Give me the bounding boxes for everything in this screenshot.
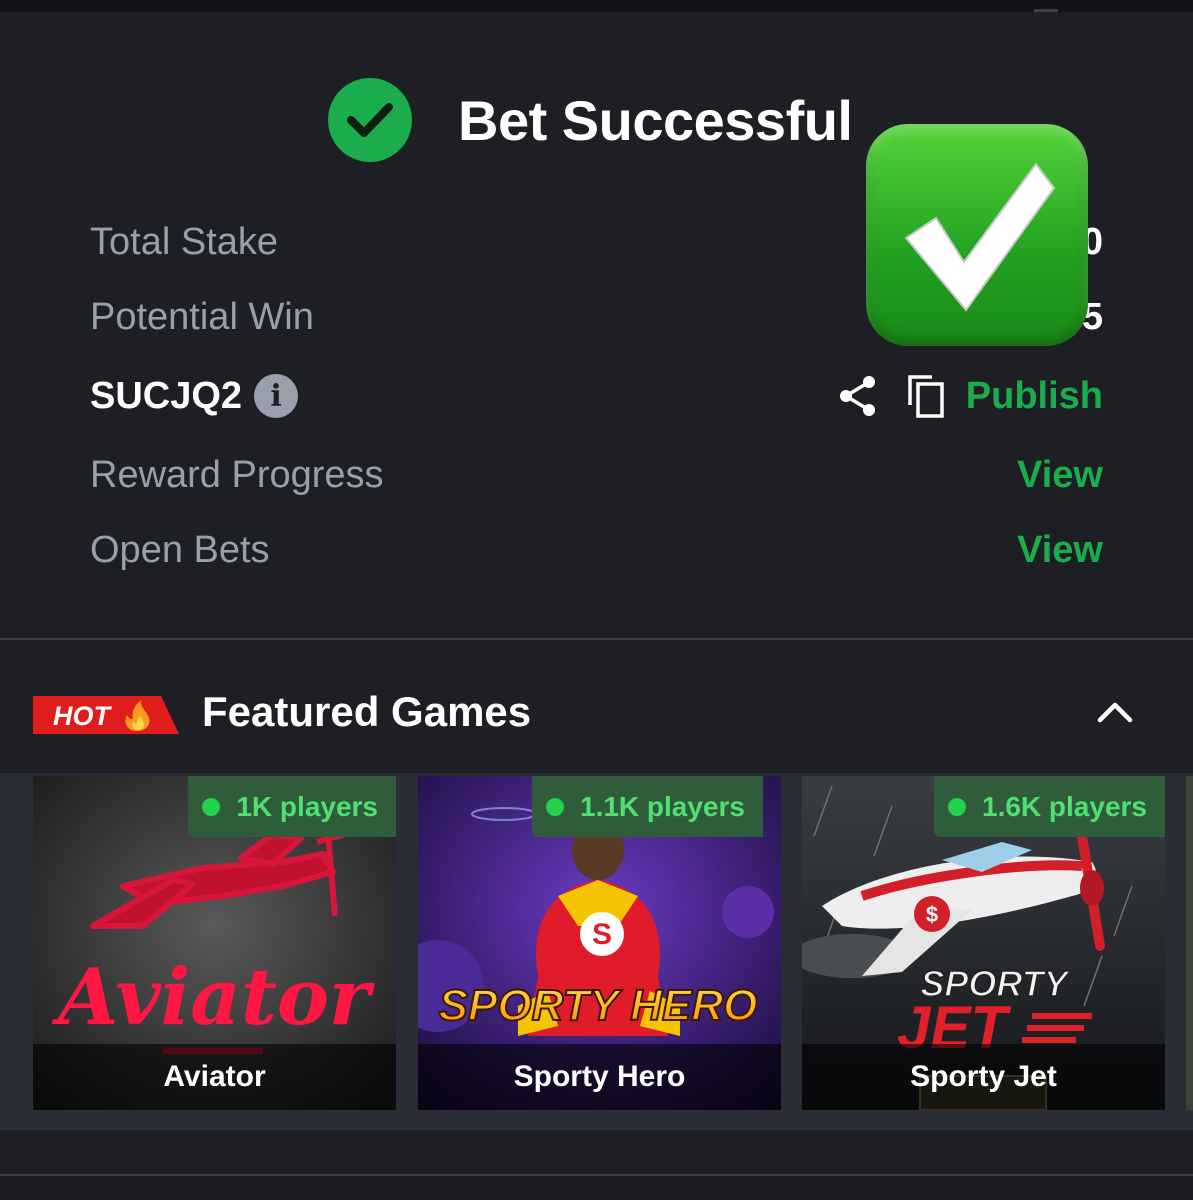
section-spacer [0,1130,1193,1176]
game-name: Sporty Hero [418,1044,781,1110]
players-badge: 1K players [188,776,396,837]
players-count: 1.1K players [580,790,745,822]
online-dot-icon [202,797,221,816]
chevron-up-icon[interactable] [1097,698,1133,724]
game-card-partial[interactable] [1186,776,1193,1110]
game-name: Aviator [33,1044,396,1110]
info-icon[interactable]: i [254,374,299,418]
open-bets-view-link[interactable]: View [1017,529,1103,572]
reward-progress-view-link[interactable]: View [1017,454,1103,497]
players-badge: 1.1K players [532,776,763,837]
players-count: 1.6K players [982,790,1147,822]
online-dot-icon [948,797,966,816]
open-bets-row: Open Bets View [90,522,1103,578]
game-name: Sporty Jet [802,1044,1165,1110]
booking-code-wrap: SUCJQ2 i [90,374,299,418]
top-strip [0,0,1193,12]
publish-button[interactable]: Publish [966,375,1103,418]
featured-games-title: Featured Games [202,688,532,735]
copy-icon[interactable] [906,373,946,419]
check-circle-icon [328,78,412,162]
booking-code-row: SUCJQ2 i Publish [90,368,1103,424]
booking-code: SUCJQ2 [90,374,243,417]
svg-text:S: S [592,918,612,951]
game-card-sporty-jet[interactable]: $ SPORTY JET 1.6K players Sporty Jet [802,776,1165,1110]
players-count: 1K players [236,790,378,822]
total-stake-label: Total Stake [90,220,278,263]
booking-code-actions: Publish [838,373,1103,419]
reward-progress-row: Reward Progress View [90,447,1103,503]
page-title: Bet Successful [458,88,853,152]
open-bets-label: Open Bets [90,528,270,571]
check-mark-emoji-icon [866,124,1088,346]
share-icon[interactable] [838,374,878,418]
hot-badge-label: HOT [53,701,113,731]
featured-games-section: HOT Featured Games Aviator 1K players Av… [0,640,1193,1130]
online-dot-icon [546,797,564,816]
bottom-bar [0,1176,1193,1200]
svg-text:$: $ [926,902,938,927]
potential-win-label: Potential Win [90,295,314,338]
aviator-art-text: Aviator [51,952,375,1043]
game-card-sporty-hero[interactable]: S SPORTY HERO 1.1K players Sporty Hero [418,776,781,1110]
game-card-aviator[interactable]: Aviator 1K players Aviator [33,776,396,1110]
sporty-hero-art-text: SPORTY HERO [439,981,758,1030]
success-header: Bet Successful [328,78,853,162]
players-badge: 1.6K players [934,776,1165,837]
hot-badge: HOT [33,696,179,734]
reward-progress-label: Reward Progress [90,453,384,496]
games-carousel[interactable]: Aviator 1K players Aviator S SPORTY HERO… [0,773,1193,1130]
